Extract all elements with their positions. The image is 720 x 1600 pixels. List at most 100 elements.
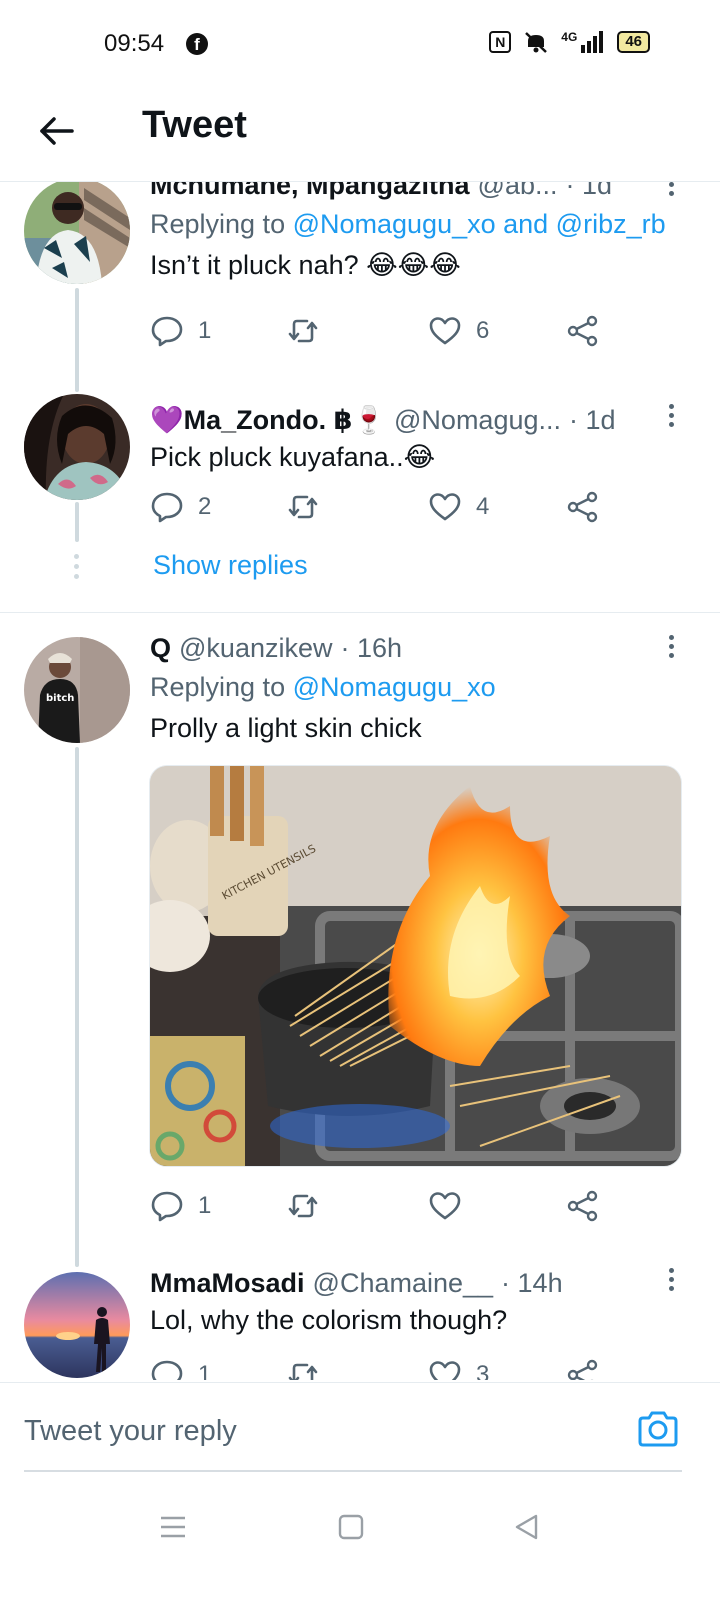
arrow-left-icon[interactable]: [36, 110, 78, 152]
thread-continuation-dots: [74, 554, 80, 584]
replying-to-mentions[interactable]: @Nomagugu_xo and @ribz_rb: [293, 209, 666, 239]
status-icons: N 4G 46: [489, 30, 650, 54]
tweet-actions: 1 6: [150, 314, 610, 354]
avatar-shirt-text: bitch: [46, 693, 74, 704]
tweet-timestamp[interactable]: · 1d: [569, 405, 616, 436]
recent-apps-icon[interactable]: [158, 1512, 188, 1542]
author-handle[interactable]: @Chamaine__: [313, 1268, 494, 1299]
more-vertical-icon[interactable]: [668, 1268, 676, 1296]
heart-icon: [429, 1361, 461, 1380]
replying-to-mentions[interactable]: @Nomagugu_xo: [293, 672, 496, 702]
reply-icon: [151, 1191, 183, 1222]
more-vertical-icon[interactable]: [668, 404, 676, 432]
share-button[interactable]: [566, 1358, 600, 1380]
share-button[interactable]: [566, 1189, 600, 1223]
reply-count: 1: [198, 1361, 212, 1380]
replying-to-label: Replying to: [150, 209, 293, 239]
back-icon[interactable]: [512, 1512, 542, 1542]
heart-icon: [429, 317, 461, 345]
avatar[interactable]: [24, 394, 130, 500]
system-navigation-bar: [0, 1490, 720, 1600]
heart-icon: [429, 1192, 461, 1220]
author-name[interactable]: Mchumane, Mpangazitha: [150, 182, 470, 201]
tweet-text: Isn’t it pluck nah? 😂😂😂: [150, 250, 461, 280]
author-handle[interactable]: @kuanzikew: [179, 633, 332, 664]
more-vertical-icon[interactable]: [668, 182, 676, 210]
retweet-button[interactable]: [286, 1358, 334, 1380]
facebook-notification-icon: f: [186, 33, 208, 55]
tweet-timestamp[interactable]: · 1d: [565, 182, 612, 201]
reply-composer: Tweet your reply: [0, 1382, 720, 1472]
tweet-timestamp[interactable]: · 14h: [501, 1268, 563, 1299]
retweet-button[interactable]: [286, 314, 334, 348]
thread-line: [75, 747, 79, 1267]
like-count: 6: [476, 317, 490, 344]
more-vertical-icon[interactable]: [668, 635, 676, 663]
replying-to-label: Replying to: [150, 672, 293, 702]
share-button[interactable]: [566, 490, 600, 524]
reply-icon: [151, 1360, 183, 1380]
tweet-timestamp[interactable]: · 16h: [341, 633, 403, 664]
nfc-icon: N: [489, 31, 512, 53]
reply-thread: Mchumane, Mpangazitha @ab... · 1d Replyi…: [0, 182, 720, 1380]
like-count: 4: [476, 493, 490, 520]
author-name[interactable]: Q: [150, 633, 171, 664]
retweet-icon: [288, 495, 318, 519]
status-time: 09:54: [104, 30, 165, 57]
retweet-button[interactable]: [286, 1189, 334, 1223]
share-icon: [567, 1190, 598, 1222]
tweet-text: Prolly a light skin chick: [150, 713, 422, 743]
network-type: 4G: [561, 30, 578, 44]
retweet-icon: [288, 1363, 318, 1380]
conversation-divider: [0, 612, 720, 613]
share-icon: [567, 315, 598, 347]
avatar[interactable]: bitch: [24, 637, 130, 743]
like-button[interactable]: 4: [428, 490, 489, 524]
replying-to: Replying to @Nomagugu_xo and @ribz_rb: [150, 209, 690, 240]
show-replies-link[interactable]: Show replies: [153, 550, 308, 581]
replying-to: Replying to @Nomagugu_xo: [150, 672, 690, 703]
like-count: 3: [476, 1361, 490, 1380]
author-handle[interactable]: @Nomagug...: [394, 405, 561, 436]
tweet-media-image[interactable]: KITCHEN UTENSILS: [149, 765, 682, 1167]
avatar[interactable]: [24, 1272, 130, 1378]
author-name[interactable]: 💜Ma_Zondo. ฿🍷: [150, 404, 386, 436]
reply-button[interactable]: 1: [150, 314, 211, 348]
tweet-actions: 1 3: [150, 1358, 610, 1380]
retweet-button[interactable]: [286, 490, 334, 524]
reply-count: 1: [198, 317, 212, 344]
reply-count: 1: [198, 1192, 212, 1219]
status-bar: 09:54 f N 4G 46: [0, 0, 720, 92]
reply-count: 2: [198, 493, 212, 520]
home-icon[interactable]: [336, 1512, 366, 1542]
reply-icon: [151, 492, 183, 523]
retweet-icon: [288, 1194, 318, 1218]
tweet-actions: 2 4: [150, 490, 610, 530]
avatar[interactable]: [24, 182, 130, 284]
reply-button[interactable]: 1: [150, 1358, 211, 1380]
author-handle[interactable]: @ab...: [478, 182, 558, 201]
reply-button[interactable]: 1: [150, 1189, 211, 1223]
battery-indicator: 46: [617, 31, 650, 53]
like-button[interactable]: 3: [428, 1358, 489, 1380]
tweet-text: Lol, why the colorism though?: [150, 1305, 508, 1335]
reply-button[interactable]: 2: [150, 490, 211, 524]
page-title: Tweet: [142, 104, 247, 146]
tweet-actions: 1: [150, 1189, 610, 1229]
reply-icon: [151, 316, 183, 347]
share-button[interactable]: [566, 314, 600, 348]
top-app-bar: Tweet: [0, 92, 720, 182]
heart-icon: [429, 493, 461, 521]
mute-icon: [525, 32, 548, 53]
reply-input-underline: [24, 1470, 682, 1472]
author-name[interactable]: MmaMosadi: [150, 1268, 305, 1299]
tweet-text: Pick pluck kuyafana..😂: [150, 442, 436, 472]
share-icon: [567, 1359, 598, 1380]
like-button[interactable]: [428, 1189, 476, 1223]
camera-icon[interactable]: [636, 1409, 680, 1449]
share-icon: [567, 491, 598, 523]
reply-input[interactable]: Tweet your reply: [24, 1415, 237, 1448]
signal-icon: [581, 31, 604, 53]
like-button[interactable]: 6: [428, 314, 489, 348]
thread-line: [75, 502, 79, 542]
